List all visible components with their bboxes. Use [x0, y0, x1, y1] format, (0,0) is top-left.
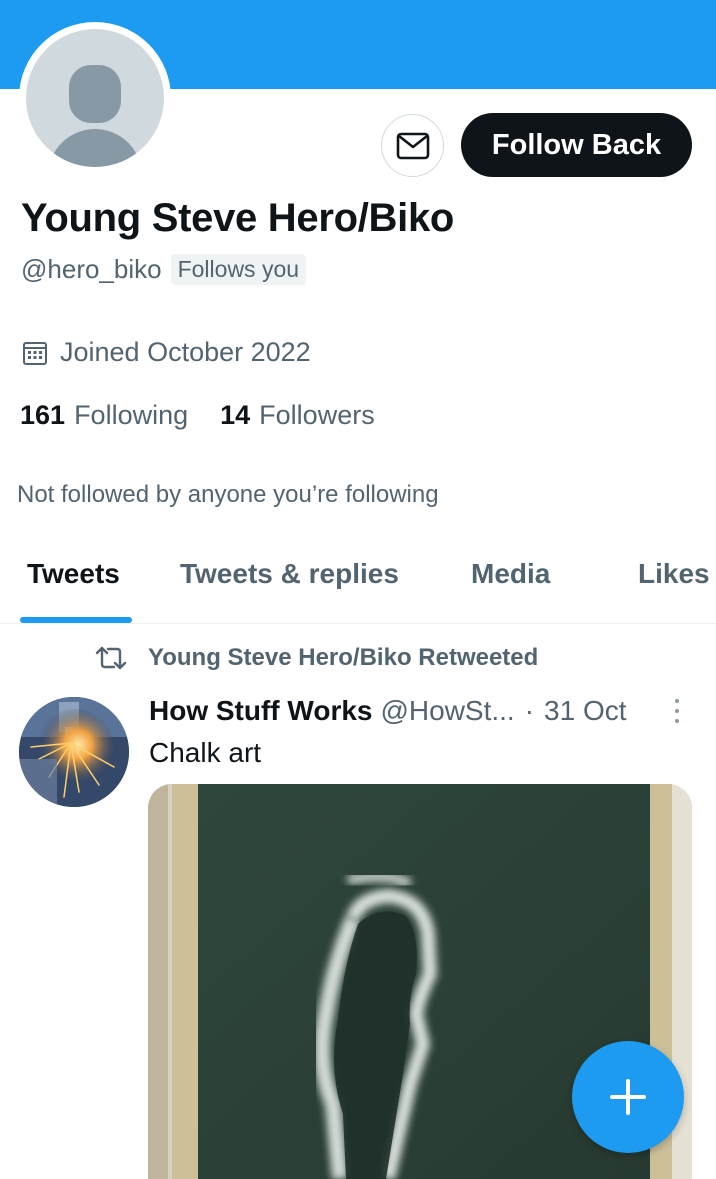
followers-link[interactable]: 14 Followers	[220, 400, 375, 431]
followers-count: 14	[220, 400, 251, 430]
separator-dot: ·	[524, 695, 535, 726]
tweet-date[interactable]: 31 Oct	[544, 695, 626, 727]
following-count: 161	[20, 400, 66, 430]
tweet-author-avatar[interactable]	[19, 697, 129, 807]
message-button[interactable]	[381, 114, 444, 177]
joined-label: Joined October 2022	[60, 337, 311, 367]
tweet-header: How Stuff Works @HowSt... · 31 Oct	[149, 695, 627, 727]
more-options-icon[interactable]	[668, 697, 686, 725]
retweet-context-label: Young Steve Hero/Biko Retweeted	[148, 644, 539, 671]
calendar-icon	[23, 341, 47, 365]
tab-tweets[interactable]: Tweets	[27, 558, 120, 590]
active-tab-indicator	[20, 617, 132, 623]
following-link[interactable]: 161 Following	[20, 400, 188, 431]
follow-counts: 161 Following 14 Followers	[20, 400, 375, 431]
sparks-avatar-image	[19, 697, 129, 807]
joined-date: Joined October 2022	[22, 337, 311, 368]
handle-row: @hero_biko Follows you	[21, 254, 307, 285]
plus-icon	[610, 1079, 646, 1115]
profile-avatar[interactable]	[19, 22, 171, 174]
tab-likes[interactable]: Likes	[638, 558, 710, 590]
tab-media[interactable]: Media	[471, 558, 550, 590]
retweet-context[interactable]: Young Steve Hero/Biko Retweeted	[94, 644, 538, 672]
follow-back-button[interactable]: Follow Back	[461, 113, 692, 177]
profile-name: Young Steve Hero/Biko	[21, 196, 455, 240]
tweet-author-name[interactable]: How Stuff Works	[149, 695, 372, 727]
followers-label: Followers	[259, 400, 375, 430]
following-label: Following	[74, 400, 189, 430]
tweet-text: Chalk art	[149, 737, 262, 768]
profile-tabs: Tweets Tweets & replies Media Likes	[0, 540, 716, 624]
profile-handle: @hero_biko	[21, 254, 162, 284]
compose-tweet-button[interactable]	[572, 1041, 684, 1153]
tweet-author-handle[interactable]: @HowSt...	[380, 695, 514, 727]
mutual-followers-note: Not followed by anyone you’re following	[17, 481, 439, 508]
tab-tweets-replies[interactable]: Tweets & replies	[180, 558, 399, 590]
retweet-icon	[95, 646, 127, 670]
default-avatar-icon	[26, 29, 164, 167]
follows-you-badge: Follows you	[170, 254, 307, 285]
envelope-icon	[396, 132, 429, 159]
